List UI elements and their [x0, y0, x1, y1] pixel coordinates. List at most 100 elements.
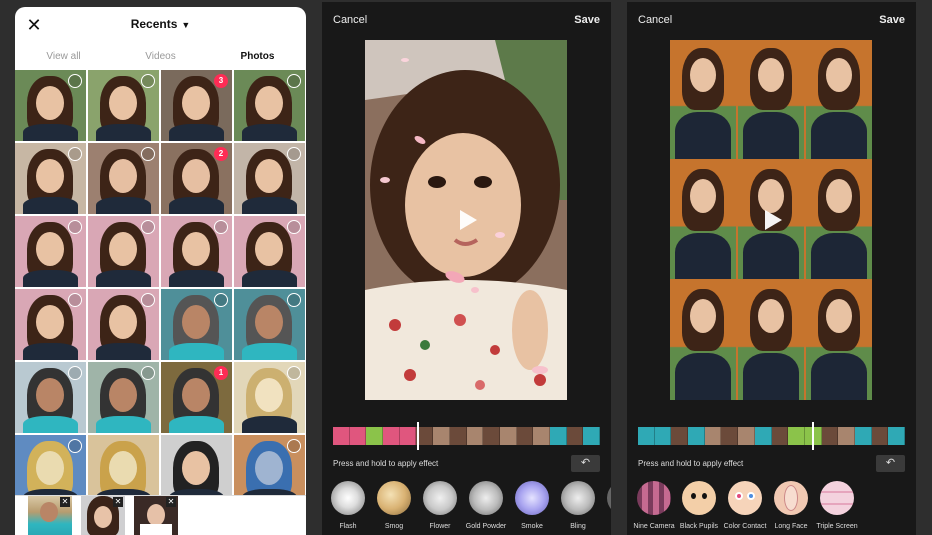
photo-thumbnail[interactable]	[88, 70, 159, 141]
selection-badge[interactable]: 2	[214, 147, 228, 161]
play-icon[interactable]	[765, 210, 782, 230]
select-circle-icon[interactable]	[68, 147, 82, 161]
photo-thumbnail[interactable]	[234, 143, 305, 214]
effect-nine-camera[interactable]: Nine Camera	[631, 481, 677, 530]
nine-camera-tile	[670, 40, 736, 159]
select-circle-icon[interactable]	[141, 147, 155, 161]
select-circle-icon[interactable]	[287, 439, 301, 453]
effect-timeline[interactable]	[638, 427, 905, 445]
video-preview[interactable]	[365, 40, 567, 400]
effect-label: Nine Camera	[633, 523, 675, 530]
effect-black-pupils[interactable]: Black Pupils	[676, 481, 722, 530]
select-circle-icon[interactable]	[287, 366, 301, 380]
selection-badge[interactable]: 3	[214, 74, 228, 88]
photo-thumbnail[interactable]	[88, 143, 159, 214]
select-circle-icon[interactable]	[287, 220, 301, 234]
select-circle-icon[interactable]	[141, 366, 155, 380]
photo-thumbnail[interactable]	[234, 216, 305, 287]
undo-button[interactable]: ↶	[876, 455, 905, 472]
photo-thumbnail[interactable]	[161, 435, 232, 497]
photo-thumbnail[interactable]	[161, 216, 232, 287]
cancel-button[interactable]: Cancel	[638, 14, 672, 26]
effect-more[interactable]	[601, 481, 611, 515]
effect-flash[interactable]: Flash	[325, 481, 371, 530]
effect-flower[interactable]: Flower	[417, 481, 463, 530]
select-circle-icon[interactable]	[141, 293, 155, 307]
effect-triple-screen[interactable]: Triple Screen	[814, 481, 860, 530]
undo-button[interactable]: ↶	[571, 455, 600, 472]
photo-thumbnail[interactable]	[15, 362, 86, 433]
effect-gold-powder[interactable]: Gold Powder	[463, 481, 509, 530]
cancel-button[interactable]: Cancel	[333, 14, 367, 26]
effect-label: Black Pupils	[679, 523, 719, 530]
photo-thumbnail[interactable]	[234, 435, 305, 497]
effect-label: Smog	[384, 523, 404, 530]
effect-label: Triple Screen	[816, 523, 858, 530]
selection-badge[interactable]: 1	[214, 366, 228, 380]
selected-thumb[interactable]: ✕	[81, 496, 125, 535]
photo-thumbnail[interactable]	[161, 289, 232, 360]
select-circle-icon[interactable]	[287, 147, 301, 161]
effect-timeline[interactable]	[333, 427, 600, 445]
effect-label: Smoke	[521, 523, 543, 530]
select-circle-icon[interactable]	[141, 74, 155, 88]
bling-effect-icon	[561, 481, 595, 515]
select-circle-icon[interactable]	[68, 74, 82, 88]
tab-videos[interactable]: Videos	[112, 51, 209, 62]
remove-icon[interactable]: ✕	[60, 497, 70, 507]
select-circle-icon[interactable]	[214, 220, 228, 234]
select-circle-icon[interactable]	[68, 439, 82, 453]
timeline-playhead[interactable]	[812, 422, 814, 450]
photo-thumbnail[interactable]: 2	[161, 143, 232, 214]
tab-photos[interactable]: Photos	[209, 51, 306, 62]
photo-thumbnail[interactable]	[15, 70, 86, 141]
photo-thumbnail[interactable]	[88, 362, 159, 433]
photo-thumbnail[interactable]	[15, 289, 86, 360]
select-circle-icon[interactable]	[287, 74, 301, 88]
undo-icon: ↶	[885, 457, 896, 469]
effect-smoke[interactable]: Smoke	[509, 481, 555, 530]
album-title: Recents	[130, 17, 178, 31]
select-circle-icon[interactable]	[214, 293, 228, 307]
photo-thumbnail[interactable]	[234, 362, 305, 433]
effect-smog[interactable]: Smog	[371, 481, 417, 530]
save-button[interactable]: Save	[879, 14, 905, 26]
video-preview[interactable]	[670, 40, 872, 400]
photo-thumbnail[interactable]	[234, 70, 305, 141]
remove-icon[interactable]: ✕	[166, 497, 176, 507]
save-button[interactable]: Save	[574, 14, 600, 26]
play-icon[interactable]	[460, 210, 477, 230]
photo-thumbnail[interactable]: 3	[161, 70, 232, 141]
select-circle-icon[interactable]	[287, 293, 301, 307]
selected-thumb[interactable]: ✕	[134, 496, 178, 535]
photo-thumbnail[interactable]: 1	[161, 362, 232, 433]
nine-camera-tile	[738, 40, 804, 159]
effects-bar: Flash Smog Flower Gold Powder Smoke Blin…	[322, 481, 611, 535]
effect-color-contact[interactable]: Color Contact	[722, 481, 768, 530]
selected-thumb[interactable]: ✕	[28, 496, 72, 535]
screenshot-stage: ✕ Recents ▼ View all Videos Photos 3 2 1 ✕ …	[0, 0, 932, 535]
photo-thumbnail[interactable]	[234, 289, 305, 360]
photo-thumbnail[interactable]	[15, 435, 86, 497]
photo-thumbnail[interactable]	[15, 216, 86, 287]
flower-effect-icon	[423, 481, 457, 515]
tab-view-all[interactable]: View all	[15, 51, 112, 62]
effect-long-face[interactable]: Long Face	[768, 481, 814, 530]
effect-label: Flower	[429, 523, 451, 530]
timeline-playhead[interactable]	[417, 422, 419, 450]
photo-thumbnail[interactable]	[88, 289, 159, 360]
select-circle-icon[interactable]	[68, 366, 82, 380]
nine-camera-tile	[806, 281, 872, 400]
album-selector[interactable]: Recents ▼	[15, 17, 306, 31]
remove-icon[interactable]: ✕	[113, 497, 123, 507]
triple-screen-effect-icon	[820, 481, 854, 515]
photo-thumbnail[interactable]	[88, 216, 159, 287]
effects-bar: Nine Camera Black Pupils Color Contact L…	[627, 481, 916, 535]
select-circle-icon[interactable]	[68, 220, 82, 234]
effect-bling[interactable]: Bling	[555, 481, 601, 530]
photo-thumbnail[interactable]	[15, 143, 86, 214]
select-circle-icon[interactable]	[141, 220, 155, 234]
select-circle-icon[interactable]	[68, 293, 82, 307]
photo-thumbnail[interactable]	[88, 435, 159, 497]
effect-label: Gold Powder	[465, 523, 507, 530]
